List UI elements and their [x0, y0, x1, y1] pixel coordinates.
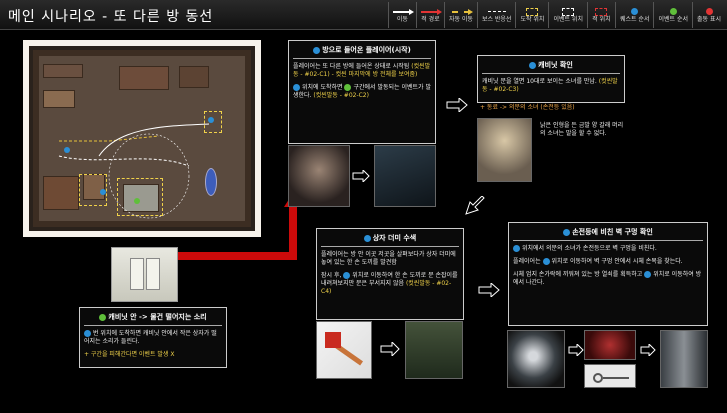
title-bar: 메인 시나리오 - 또 다른 방 동선 이동 적 경로 자동 이동 보스 반응선…	[0, 0, 727, 30]
arrival-box-icon	[526, 7, 539, 16]
map-routes	[58, 117, 214, 219]
legend-enemy-pos: 적 위치	[586, 2, 615, 28]
card-title: 손전등에 비친 벽 구멍 확인	[513, 225, 703, 241]
room-map	[23, 40, 261, 237]
quest-marker-icon	[563, 228, 571, 236]
legend-move: 이동	[387, 2, 416, 28]
legend-alert: 출동 표시	[692, 2, 725, 28]
quest-marker-icon	[343, 272, 351, 279]
card-title: 캐비닛 안 -> 물건 떨어지는 소리	[84, 310, 222, 326]
enemy-box-icon	[595, 7, 608, 16]
girl-image	[477, 118, 532, 182]
girl-description: 낡은 인형을 든 금발 양 갈래 머리의 소녀는 말을 할 수 없다.	[540, 122, 624, 137]
legend: 이동 적 경로 자동 이동 보스 반응선 도착 위치 이벤트 위치 적 위치 퀘…	[387, 2, 725, 28]
next-arrow-icon	[380, 342, 400, 356]
enemy-path-icon	[421, 8, 443, 15]
legend-enemy-path: 적 경로	[415, 2, 444, 28]
next-arrow-icon	[478, 283, 500, 297]
card-box-search: 상자 더미 수색 플레이어는 방 안 이곳 저곳을 살펴보다가 상자 더미에 놓…	[316, 228, 464, 320]
exit-door-image	[660, 330, 708, 388]
alert-dot-icon	[705, 8, 713, 15]
event-dot-icon	[669, 8, 677, 15]
protagonist-image	[288, 145, 350, 207]
auto-move-icon	[451, 8, 473, 15]
cabinet-image	[111, 247, 178, 302]
card-wall-hole: 손전등에 비친 벽 구멍 확인 위치에서 의문의 소녀가 손전등으로 벽 구멍을…	[508, 222, 708, 326]
quest-marker-icon	[363, 234, 371, 242]
quest-marker-icon	[513, 245, 520, 252]
red-flow-arrow	[289, 205, 297, 260]
next-arrow-icon	[446, 98, 468, 112]
door-strike-image	[405, 321, 463, 379]
legend-quest-order: 퀘스트 순서	[614, 2, 654, 28]
event-box-icon	[562, 7, 575, 16]
legend-event-pos: 이벤트 위치	[548, 2, 587, 28]
quest-dot-icon	[631, 8, 639, 15]
quest-marker-icon	[313, 46, 321, 54]
boss-reaction-icon	[487, 11, 506, 12]
event-marker-icon	[344, 84, 352, 91]
legend-event-order: 이벤트 순서	[653, 2, 692, 28]
key-image	[584, 364, 636, 388]
quest-marker-icon	[542, 258, 550, 265]
axe-image	[316, 321, 372, 379]
red-flow-arrow	[178, 252, 297, 260]
next-arrow-icon	[640, 344, 658, 356]
wall-hole-image	[507, 330, 565, 388]
card-title: 캐비닛 확인	[482, 58, 620, 74]
legend-auto-move: 자동 이동	[443, 2, 477, 28]
room-floorplan	[29, 46, 255, 231]
quest-marker-icon	[529, 61, 537, 69]
quest-marker-icon	[84, 330, 91, 337]
move-line-icon	[393, 8, 415, 15]
cabinet-interior-image	[374, 145, 436, 207]
companion-note: + 동료 -> 의문의 소녀 (손전등 있음)	[480, 104, 575, 111]
corpse-hand-image	[584, 330, 636, 360]
next-arrow-icon	[352, 170, 370, 182]
card-falling-sound: 캐비닛 안 -> 물건 떨어지는 소리 번 위치에 도착하면 캐비닛 안에서 작…	[79, 307, 227, 368]
quest-marker-icon	[644, 271, 652, 278]
card-title: 방으로 들어온 플레이어(시작)	[293, 43, 431, 59]
page-title: 메인 시나리오 - 또 다른 방 동선	[8, 9, 214, 25]
legend-arrival: 도착 위치	[515, 2, 548, 28]
quest-marker-icon	[293, 84, 300, 91]
legend-boss-reaction: 보스 반응선	[476, 2, 516, 28]
event-marker-icon	[99, 313, 107, 321]
next-arrow-icon	[462, 196, 485, 215]
card-start: 방으로 들어온 플레이어(시작) 플레이어는 또 다른 방에 들어온 상태로 시…	[288, 40, 436, 144]
card-cabinet-check: 캐비닛 확인 캐비닛 문을 열면 10대로 보이는 소녀를 만남. (컷씬발동 …	[477, 55, 625, 103]
card-title: 상자 더미 수색	[321, 231, 459, 247]
